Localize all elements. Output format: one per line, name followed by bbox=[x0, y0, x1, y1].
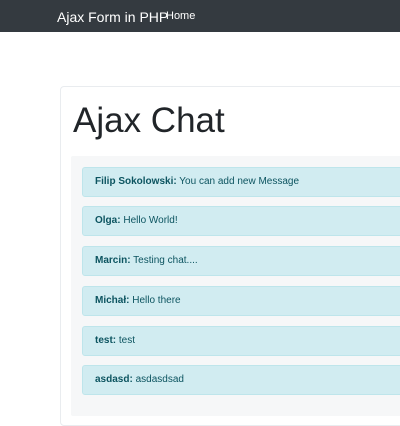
message-item: Filip Sokolowski: You can add new Messag… bbox=[82, 167, 400, 197]
message-item: test: test bbox=[82, 326, 400, 356]
navbar: Ajax Form in PHP Home bbox=[0, 0, 400, 32]
message-item: asdasd: asdasdsad bbox=[82, 365, 400, 395]
navbar-brand[interactable]: Ajax Form in PHP bbox=[57, 9, 168, 25]
message-text: Hello World! bbox=[123, 215, 178, 226]
message-text: Hello there bbox=[132, 295, 181, 306]
message-author: Olga: bbox=[95, 215, 121, 226]
message-text: asdasdsad bbox=[135, 374, 184, 385]
nav-link-home[interactable]: Home bbox=[166, 10, 195, 23]
message-author: Marcin: bbox=[95, 255, 131, 266]
message-author: Filip Sokolowski: bbox=[95, 176, 177, 187]
message-author: asdasd: bbox=[95, 374, 133, 385]
message-item: Olga: Hello World! bbox=[82, 206, 400, 236]
message-item: Michał: Hello there bbox=[82, 286, 400, 316]
message-author: test: bbox=[95, 335, 117, 346]
page-title: Ajax Chat bbox=[73, 101, 225, 140]
message-text: Testing chat.... bbox=[133, 255, 198, 266]
message-text: test bbox=[118, 335, 136, 346]
message-author: Michał: bbox=[95, 295, 130, 306]
message-text: You can add new Message bbox=[179, 176, 300, 187]
message-item: Marcin: Testing chat.... bbox=[82, 246, 400, 276]
